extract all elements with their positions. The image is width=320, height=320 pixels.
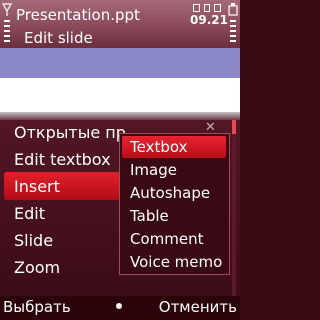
slide-title-band [0, 48, 240, 78]
submenu-item-textbox[interactable]: Textbox [130, 138, 187, 156]
slide-canvas[interactable] [0, 78, 240, 112]
submenu-item-voice-memo[interactable]: Voice memo [130, 253, 222, 271]
indicator-icon [203, 4, 211, 12]
window-title: Presentation.ppt [16, 6, 140, 24]
indicator-icon [193, 4, 200, 12]
left-softkey-select[interactable]: Выбрать [3, 298, 71, 316]
menu-item-edit-textbox[interactable]: Edit textbox [14, 150, 111, 170]
submenu-item-table[interactable]: Table [130, 207, 169, 225]
slide-shadow [0, 112, 240, 120]
menu-item-zoom[interactable]: Zoom [14, 258, 60, 278]
indicator-icon [214, 4, 222, 12]
clock: 09.21 [190, 13, 228, 27]
menu-scrollbar[interactable] [232, 120, 236, 296]
menu-item-slide[interactable]: Slide [14, 231, 53, 251]
view-title: Edit slide [24, 29, 93, 47]
submenu-item-image[interactable]: Image [130, 161, 177, 179]
center-softkey-dot[interactable] [116, 303, 122, 309]
menu-item-edit[interactable]: Edit [14, 204, 45, 224]
status-indicators [193, 3, 222, 13]
right-softkey-cancel[interactable]: Отменить [159, 298, 237, 316]
signal-icon [2, 3, 12, 42]
submenu-item-comment[interactable]: Comment [130, 230, 204, 248]
menu-scroll-thumb[interactable] [232, 120, 236, 134]
submenu-item-autoshape[interactable]: Autoshape [130, 184, 210, 202]
menu-item-insert[interactable]: Insert [14, 177, 60, 197]
battery-icon [228, 3, 238, 42]
menu-item-open-apps[interactable]: Открытые пр [14, 123, 126, 143]
